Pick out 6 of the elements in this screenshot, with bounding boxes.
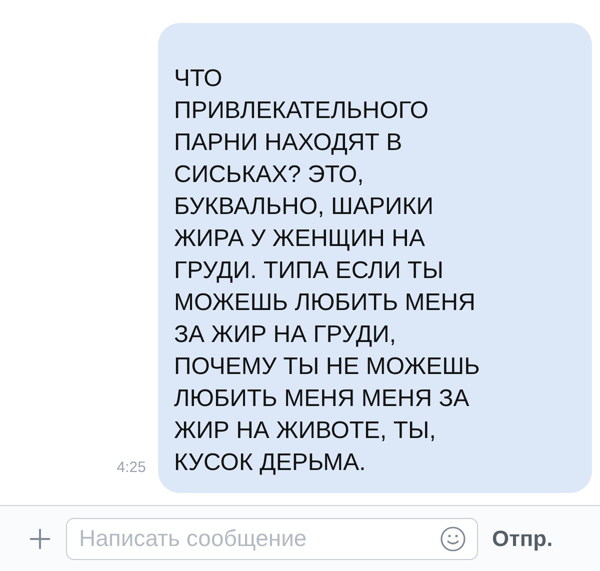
send-button[interactable]: Отпр. [492, 522, 553, 555]
smiley-icon[interactable] [440, 526, 466, 552]
message-time: 4:25 [116, 458, 146, 478]
plus-icon[interactable] [28, 526, 52, 550]
message-field[interactable]: Написать сообщение [66, 518, 478, 560]
message-bubble: ЧТО ПРИВЛЕКАТЕЛЬНОГО ПАРНИ НАХОДЯТ В СИСЬКАХ? ЭТО, БУКВАЛЬНО, ШАРИКИ ЖИРА У ЖЕНЩИН НА ГРУДИ. ТИПА ЕСЛИ ТЫ МОЖЕШЬ ЛЮБИТЬ МЕНЯ ЗА ЖИР НА ГРУДИ, ПОЧЕМУ ТЫ НЕ МОЖЕШЬ ЛЮБИТЬ МЕНЯ МЕНЯ ЗА ЖИР НА ЖИВОТЕ, ТЫ, КУСОК ДЕРЬМА. [158, 23, 592, 493]
